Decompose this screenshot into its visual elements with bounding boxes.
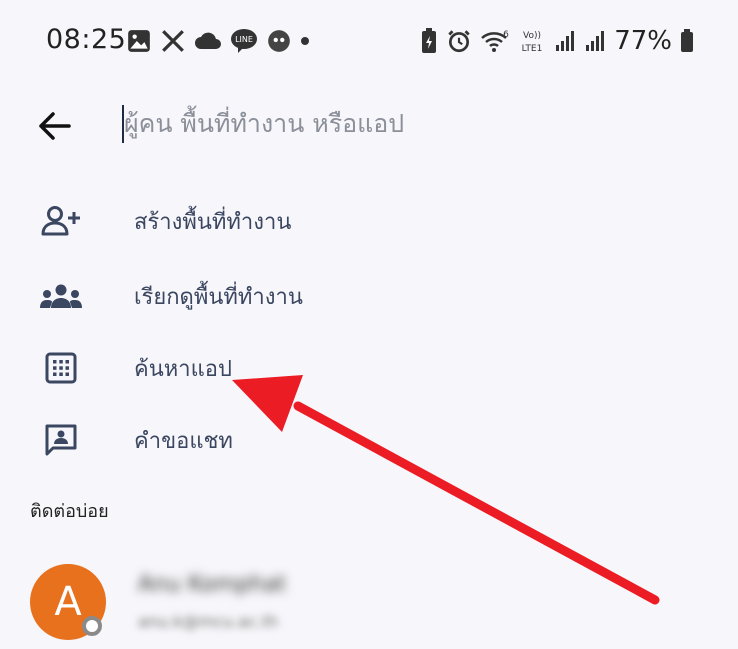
battery-icon [681,29,693,52]
line-icon: LINE [231,29,257,53]
svg-text:6: 6 [503,30,509,40]
network-label: LTE1 [522,44,543,54]
alarm-icon [448,30,470,53]
menu-item-browse-spaces[interactable]: เรียกดูพื้นที่ทำงาน [0,264,738,328]
apps-grid-icon [40,347,82,389]
notification-icons: LINE [126,26,310,56]
battery-saver-icon [422,28,437,53]
back-arrow-icon [39,112,71,140]
status-time: 08:25 [46,24,127,55]
chat-request-icon [40,419,82,461]
more-dot-icon [301,37,309,45]
menu-item-create-space[interactable]: สร้างพื้นที่ทำงาน [0,189,738,253]
system-icons: 6 Vo)) LTE1 77% [420,26,694,56]
svg-text:LINE: LINE [235,35,253,44]
svg-text:Vo)): Vo)) [523,31,541,41]
contact-email: anu.k@mcu.ac.th [138,612,279,631]
group-icon [40,275,82,317]
cloud-icon [195,32,221,49]
menu-item-find-apps[interactable]: ค้นหาแอป [0,336,738,400]
app-character-icon [268,30,290,52]
menu-label-find-apps: ค้นหาแอป [134,356,232,382]
menu-label-chat-requests: คำขอแชท [134,428,233,454]
status-bar: 08:25 LINE 6 Vo)) LTE1 77% [0,0,738,80]
signal-icon-2 [586,31,605,51]
search-bar [0,95,738,157]
menu-label-create-space: สร้างพื้นที่ทำงาน [134,209,292,235]
add-person-icon [40,200,82,242]
presence-status-icon [82,616,102,636]
battery-percent: 77% [614,26,672,56]
x-icon [162,30,184,52]
search-input[interactable] [124,101,684,145]
menu-label-browse-spaces: เรียกดูพื้นที่ทำงาน [134,284,303,310]
signal-icon-1 [556,31,575,51]
gallery-icon [128,30,150,52]
frequent-contacts-title: ติดต่อบ่อย [30,501,109,522]
contact-row[interactable]: A Anu Komphat anu.k@mcu.ac.th [0,560,738,649]
menu-item-chat-requests[interactable]: คำขอแชท [0,408,738,472]
volte-icon: Vo)) LTE1 [522,31,543,54]
wifi-icon: 6 [481,30,509,52]
contact-name: Anu Komphat [138,572,287,597]
back-button[interactable] [30,104,78,148]
